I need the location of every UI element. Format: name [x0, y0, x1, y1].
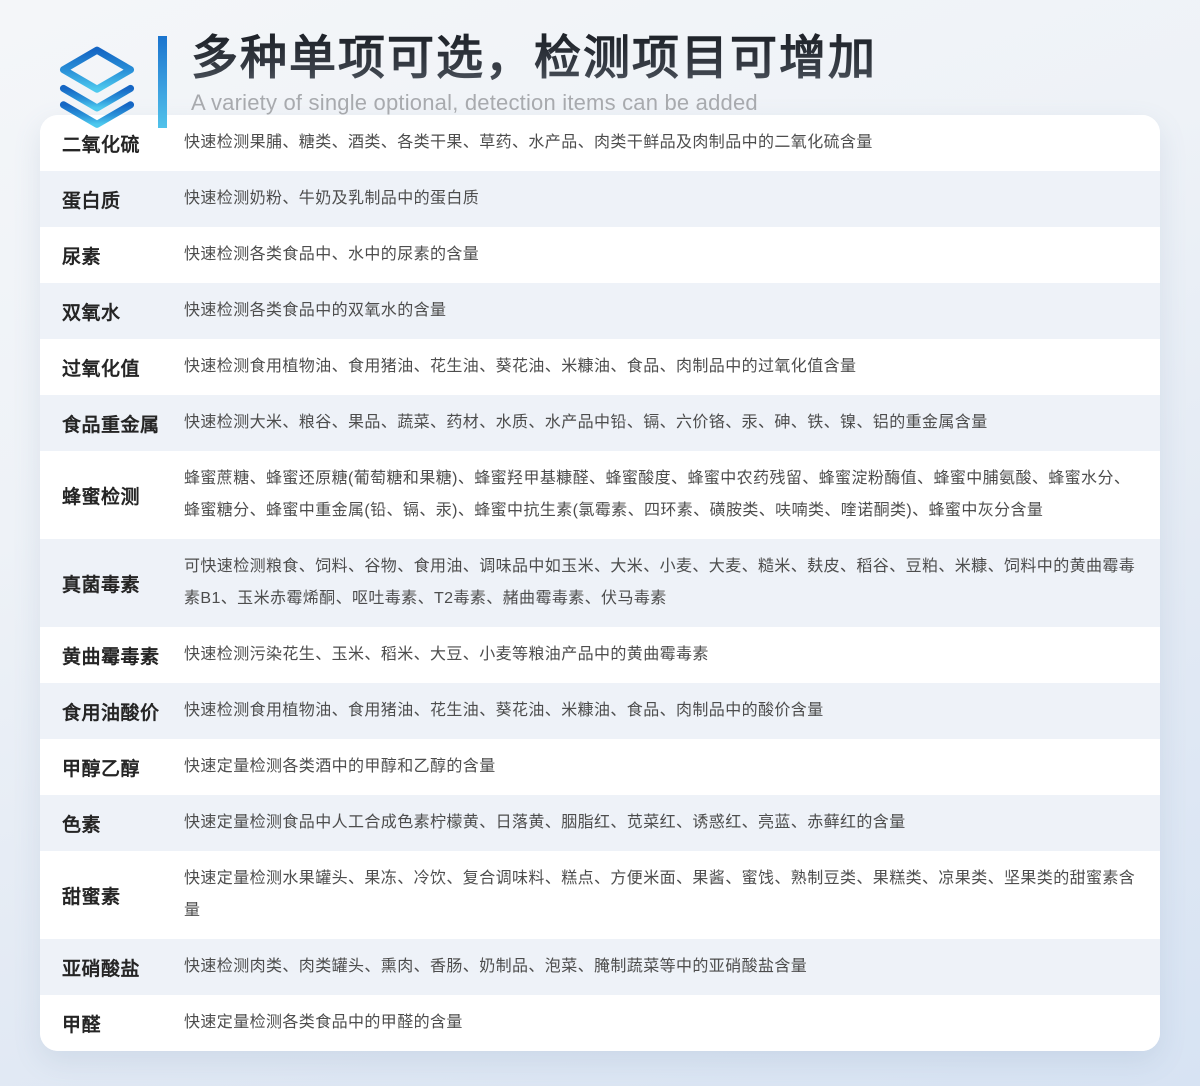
row-label: 色素 [62, 810, 184, 837]
row-label: 二氧化硫 [62, 130, 184, 157]
page-title: 多种单项可选，检测项目可增加 [191, 32, 877, 87]
row-label: 亚硝酸盐 [62, 954, 184, 981]
row-label: 食品重金属 [62, 410, 184, 437]
table-row: 色素 快速定量检测食品中人工合成色素柠檬黄、日落黄、胭脂红、苋菜红、诱惑红、亮蓝… [40, 795, 1160, 851]
table-row: 蛋白质 快速检测奶粉、牛奶及乳制品中的蛋白质 [40, 171, 1160, 227]
layers-icon [58, 42, 136, 138]
row-desc: 快速定量检测食品中人工合成色素柠檬黄、日落黄、胭脂红、苋菜红、诱惑红、亮蓝、赤藓… [184, 807, 1138, 839]
table-row: 二氧化硫 快速检测果脯、糖类、酒类、各类干果、草药、水产品、肉类干鲜品及肉制品中… [40, 115, 1160, 171]
row-desc: 快速检测大米、粮谷、果品、蔬菜、药材、水质、水产品中铅、镉、六价铬、汞、砷、铁、… [184, 407, 1138, 439]
table-row: 尿素 快速检测各类食品中、水中的尿素的含量 [40, 227, 1160, 283]
row-label: 尿素 [62, 242, 184, 269]
row-desc: 快速检测食用植物油、食用猪油、花生油、葵花油、米糠油、食品、肉制品中的过氧化值含… [184, 351, 1138, 383]
row-label: 蛋白质 [62, 186, 184, 213]
row-label: 双氧水 [62, 298, 184, 325]
row-label: 甜蜜素 [62, 882, 184, 909]
row-desc: 蜂蜜蔗糖、蜂蜜还原糖(葡萄糖和果糖)、蜂蜜羟甲基糠醛、蜂蜜酸度、蜂蜜中农药残留、… [184, 463, 1138, 527]
row-label: 过氧化值 [62, 354, 184, 381]
row-desc: 快速检测果脯、糖类、酒类、各类干果、草药、水产品、肉类干鲜品及肉制品中的二氧化硫… [184, 127, 1138, 159]
page-subtitle: A variety of single optional, detection … [191, 90, 877, 116]
table-row: 甜蜜素 快速定量检测水果罐头、果冻、冷饮、复合调味料、糕点、方便米面、果酱、蜜饯… [40, 851, 1160, 939]
row-desc: 快速检测食用植物油、食用猪油、花生油、葵花油、米糠油、食品、肉制品中的酸价含量 [184, 695, 1138, 727]
table-row: 食用油酸价 快速检测食用植物油、食用猪油、花生油、葵花油、米糠油、食品、肉制品中… [40, 683, 1160, 739]
row-label: 食用油酸价 [62, 698, 184, 725]
row-desc: 快速定量检测各类酒中的甲醇和乙醇的含量 [184, 751, 1138, 783]
row-desc: 快速定量检测各类食品中的甲醛的含量 [184, 1007, 1138, 1039]
accent-divider-bar [158, 36, 167, 128]
table-row: 黄曲霉毒素 快速检测污染花生、玉米、稻米、大豆、小麦等粮油产品中的黄曲霉毒素 [40, 627, 1160, 683]
table-row: 甲醇乙醇 快速定量检测各类酒中的甲醇和乙醇的含量 [40, 739, 1160, 795]
detection-items-table: 二氧化硫 快速检测果脯、糖类、酒类、各类干果、草药、水产品、肉类干鲜品及肉制品中… [40, 115, 1160, 1051]
row-desc: 快速检测奶粉、牛奶及乳制品中的蛋白质 [184, 183, 1138, 215]
table-row: 双氧水 快速检测各类食品中的双氧水的含量 [40, 283, 1160, 339]
table-row: 亚硝酸盐 快速检测肉类、肉类罐头、熏肉、香肠、奶制品、泡菜、腌制蔬菜等中的亚硝酸… [40, 939, 1160, 995]
row-desc: 快速检测各类食品中、水中的尿素的含量 [184, 239, 1138, 271]
table-row: 真菌毒素 可快速检测粮食、饲料、谷物、食用油、调味品中如玉米、大米、小麦、大麦、… [40, 539, 1160, 627]
table-row: 食品重金属 快速检测大米、粮谷、果品、蔬菜、药材、水质、水产品中铅、镉、六价铬、… [40, 395, 1160, 451]
table-row: 蜂蜜检测 蜂蜜蔗糖、蜂蜜还原糖(葡萄糖和果糖)、蜂蜜羟甲基糠醛、蜂蜜酸度、蜂蜜中… [40, 451, 1160, 539]
row-label: 黄曲霉毒素 [62, 642, 184, 669]
row-label: 甲醛 [62, 1010, 184, 1037]
row-desc: 快速检测各类食品中的双氧水的含量 [184, 295, 1138, 327]
row-desc: 快速检测肉类、肉类罐头、熏肉、香肠、奶制品、泡菜、腌制蔬菜等中的亚硝酸盐含量 [184, 951, 1138, 983]
row-desc: 快速定量检测水果罐头、果冻、冷饮、复合调味料、糕点、方便米面、果酱、蜜饯、熟制豆… [184, 863, 1138, 927]
row-desc: 快速检测污染花生、玉米、稻米、大豆、小麦等粮油产品中的黄曲霉毒素 [184, 639, 1138, 671]
row-label: 真菌毒素 [62, 570, 184, 597]
row-label: 甲醇乙醇 [62, 754, 184, 781]
table-row: 甲醛 快速定量检测各类食品中的甲醛的含量 [40, 995, 1160, 1051]
row-label: 蜂蜜检测 [62, 482, 184, 509]
table-row: 过氧化值 快速检测食用植物油、食用猪油、花生油、葵花油、米糠油、食品、肉制品中的… [40, 339, 1160, 395]
row-desc: 可快速检测粮食、饲料、谷物、食用油、调味品中如玉米、大米、小麦、大麦、糙米、麸皮… [184, 551, 1138, 615]
page-header: 多种单项可选，检测项目可增加 A variety of single optio… [0, 0, 1200, 115]
